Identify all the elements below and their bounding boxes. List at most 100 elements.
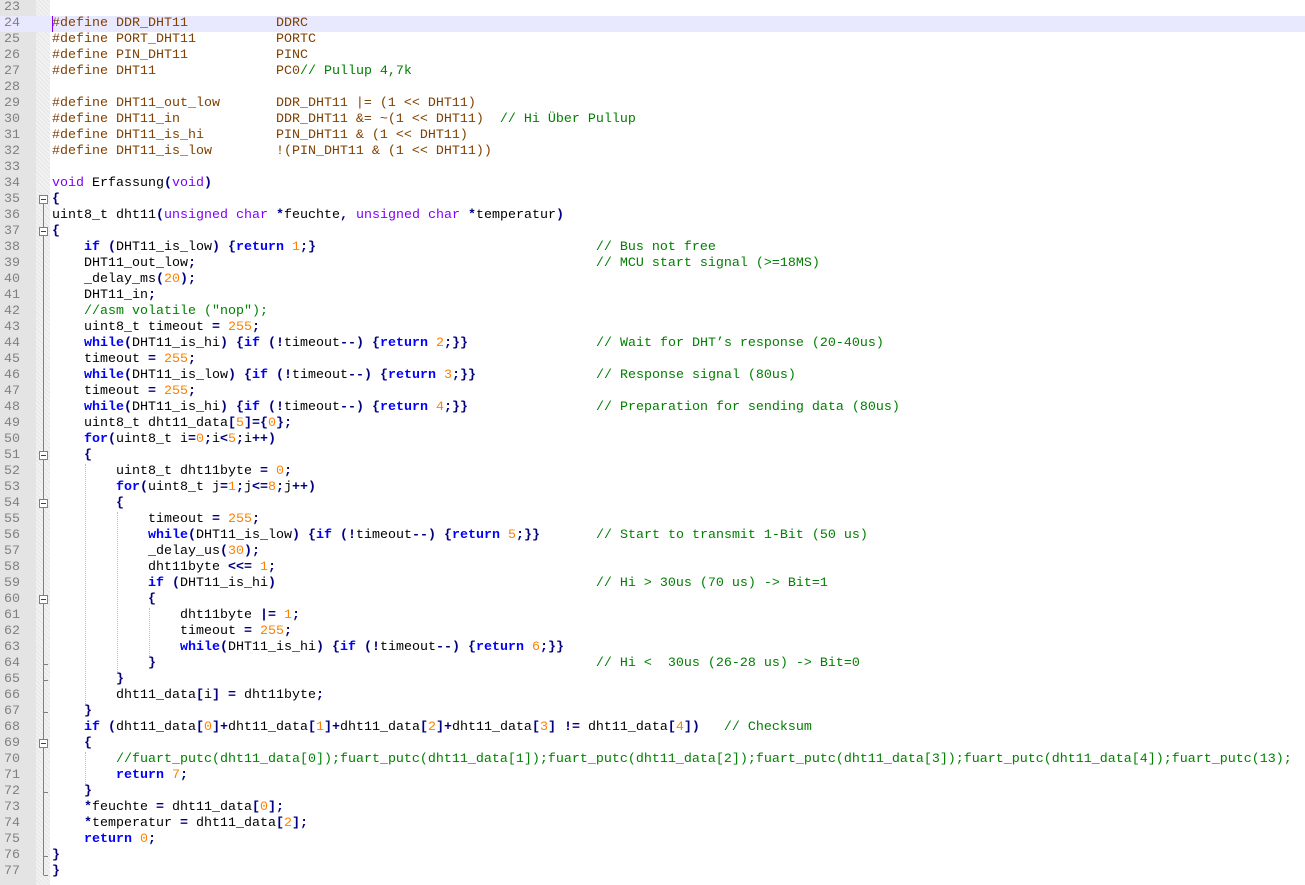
code-line[interactable]: 25 #define PORT_DHT11 PORTC (0, 32, 1305, 48)
operator-token: ; (283, 464, 292, 479)
code-line[interactable]: 70 //fuart_putc(dht11_data[0]);fuart_put… (0, 752, 1305, 768)
line-number: 70 (4, 752, 20, 767)
line-number: 54 (4, 496, 20, 511)
code-line[interactable]: 45 timeout = 255; (0, 352, 1305, 368)
operator-token: [ (251, 800, 260, 815)
code-line[interactable]: 76} (0, 848, 1305, 864)
operator-token: { (235, 400, 244, 415)
operator-token: ! (283, 368, 292, 383)
operator-token: { (147, 592, 156, 607)
code-line[interactable]: 56 while(DHT11_is_low) {if (!timeout--) … (0, 528, 1305, 544)
code-line[interactable]: 63 while(DHT11_is_hi) {if (!timeout--) {… (0, 640, 1305, 656)
code-line[interactable]: 72 } (0, 784, 1305, 800)
comment-token: // Hi < 30us (26-28 us) -> Bit=0 (595, 656, 860, 671)
code-text: } (52, 704, 92, 720)
number-token: 5 (228, 432, 236, 447)
code-line[interactable]: 51 { (0, 448, 1305, 464)
number-token: 255 (228, 320, 252, 335)
code-token: i (203, 688, 212, 703)
code-line[interactable]: 77} (0, 864, 1305, 880)
code-line[interactable]: 29 #define DHT11_out_low DDR_DHT11 |= (1 … (0, 96, 1305, 112)
code-text: } // Hi < 30us (26-28 us) -> Bit=0 (52, 656, 860, 672)
operator-token: } (52, 864, 60, 879)
code-line[interactable]: 35 { (0, 192, 1305, 208)
code-line[interactable]: 34 void Erfassung(void) (0, 176, 1305, 192)
keyword-token: while (84, 368, 124, 383)
code-line[interactable]: 75 return 0; (0, 832, 1305, 848)
code-line[interactable]: 64 } // Hi < 30us (26-28 us) -> Bit=0 (0, 656, 1305, 672)
code-line[interactable]: 44 while(DHT11_is_hi) {if (!timeout--) {… (0, 336, 1305, 352)
code-token: i (180, 432, 188, 447)
code-line[interactable]: 65 } (0, 672, 1305, 688)
operator-token: ; (267, 560, 276, 575)
code-line[interactable]: 37 { (0, 224, 1305, 240)
code-line[interactable]: 67 } (0, 704, 1305, 720)
code-line[interactable]: 31 #define DHT11_is_hi PIN_DHT11 & (1 << … (0, 128, 1305, 144)
code-line[interactable]: 69 { (0, 736, 1305, 752)
number-token: 2 (435, 336, 444, 351)
operator-token: { (243, 368, 252, 383)
code-line[interactable]: 71 return 7; (0, 768, 1305, 784)
code-line[interactable]: 28 (0, 80, 1305, 96)
code-line[interactable]: 74 *temperatur = dht11_data[2]; (0, 816, 1305, 832)
code-line[interactable]: 54 { (0, 496, 1305, 512)
code-line[interactable]: 58 dht11byte <<= 1; (0, 560, 1305, 576)
line-number: 65 (4, 672, 20, 687)
number-token: 20 (163, 272, 180, 287)
operator-token: } (547, 640, 556, 655)
code-line[interactable]: 66 dht11_data[i] = dht11byte; (0, 688, 1305, 704)
code-line[interactable]: 60 { (0, 592, 1305, 608)
code-line[interactable]: 52 uint8_t dht11byte = 0; (0, 464, 1305, 480)
operator-token: ; (315, 688, 324, 703)
code-line[interactable]: 61 dht11byte |= 1; (0, 608, 1305, 624)
code-text: return 0; (52, 832, 156, 848)
code-line[interactable]: 26 #define PIN_DHT11 PINC (0, 48, 1305, 64)
operator-token: < (252, 480, 260, 495)
code-line[interactable]: 42 //asm volatile ("nop"); (0, 304, 1305, 320)
operator-token: ) (211, 240, 220, 255)
type-token: unsigned (164, 208, 228, 223)
code-line[interactable]: 24 #define DDR_DHT11 DDRC (0, 16, 1305, 32)
code-line[interactable]: 68 if (dht11_data[0]+dht11_data[1]+dht11… (0, 720, 1305, 736)
operator-token: ] (211, 688, 220, 703)
operator-token: ) (268, 432, 276, 447)
code-line[interactable]: 46 while(DHT11_is_low) {if (!timeout--) … (0, 368, 1305, 384)
code-line[interactable]: 59 if (DHT11_is_hi) // Hi > 30us (70 us)… (0, 576, 1305, 592)
operator-token: ( (163, 176, 172, 191)
code-line[interactable]: 30 #define DHT11_in DDR_DHT11 &= ~(1 << D… (0, 112, 1305, 128)
line-number: 24 (4, 16, 20, 31)
number-token: 4 (675, 720, 684, 735)
code-line[interactable]: 41 DHT11_in; (0, 288, 1305, 304)
code-line[interactable]: 33 (0, 160, 1305, 176)
number-token: 1 (315, 720, 324, 735)
code-line[interactable]: 48 while(DHT11_is_hi) {if (!timeout--) {… (0, 400, 1305, 416)
code-line[interactable]: 55 timeout = 255; (0, 512, 1305, 528)
code-line[interactable]: 43 uint8_t timeout = 255; (0, 320, 1305, 336)
code-line[interactable]: 49 uint8_t dht11_data[5]={0}; (0, 416, 1305, 432)
operator-token: [ (195, 720, 204, 735)
code-line[interactable]: 39 DHT11_out_low; // MCU start signal (>… (0, 256, 1305, 272)
operator-token: ; (299, 240, 308, 255)
operator-token: { (307, 528, 316, 543)
code-line[interactable]: 40 _delay_ms(20); (0, 272, 1305, 288)
code-line[interactable]: 23 (0, 0, 1305, 16)
code-line[interactable]: 50 for(uint8_t i=0;i<5;i++) (0, 432, 1305, 448)
code-token: dht11 (116, 208, 156, 223)
code-line[interactable]: 32 #define DHT11_is_low !(PIN_DHT11 & (1 … (0, 144, 1305, 160)
code-token: j (284, 480, 292, 495)
code-text: void Erfassung(void) (52, 176, 212, 192)
code-text: #define DHT11_out_low DDR_DHT11 |= (1 <<… (52, 96, 476, 112)
code-line[interactable]: 38 if (DHT11_is_low) {return 1;} // Bus … (0, 240, 1305, 256)
number-token: 0 (203, 720, 212, 735)
code-line[interactable]: 36 uint8_t dht11(unsigned char *feuchte, … (0, 208, 1305, 224)
code-token: uint8_t (52, 208, 108, 223)
code-line[interactable]: 27 #define DHT11 PC0// Pullup 4,7k (0, 64, 1305, 80)
code-line[interactable]: 73 *feuchte = dht11_data[0]; (0, 800, 1305, 816)
operator-token: ( (171, 576, 180, 591)
code-line[interactable]: 57 _delay_us(30); (0, 544, 1305, 560)
code-line[interactable]: 47 timeout = 255; (0, 384, 1305, 400)
code-text: while(DHT11_is_low) {if (!timeout--) {re… (52, 528, 868, 544)
code-line[interactable]: 62 timeout = 255; (0, 624, 1305, 640)
comment-token: // Response signal (80us) (595, 368, 796, 383)
code-line[interactable]: 53 for(uint8_t j=1;j<=8;j++) (0, 480, 1305, 496)
